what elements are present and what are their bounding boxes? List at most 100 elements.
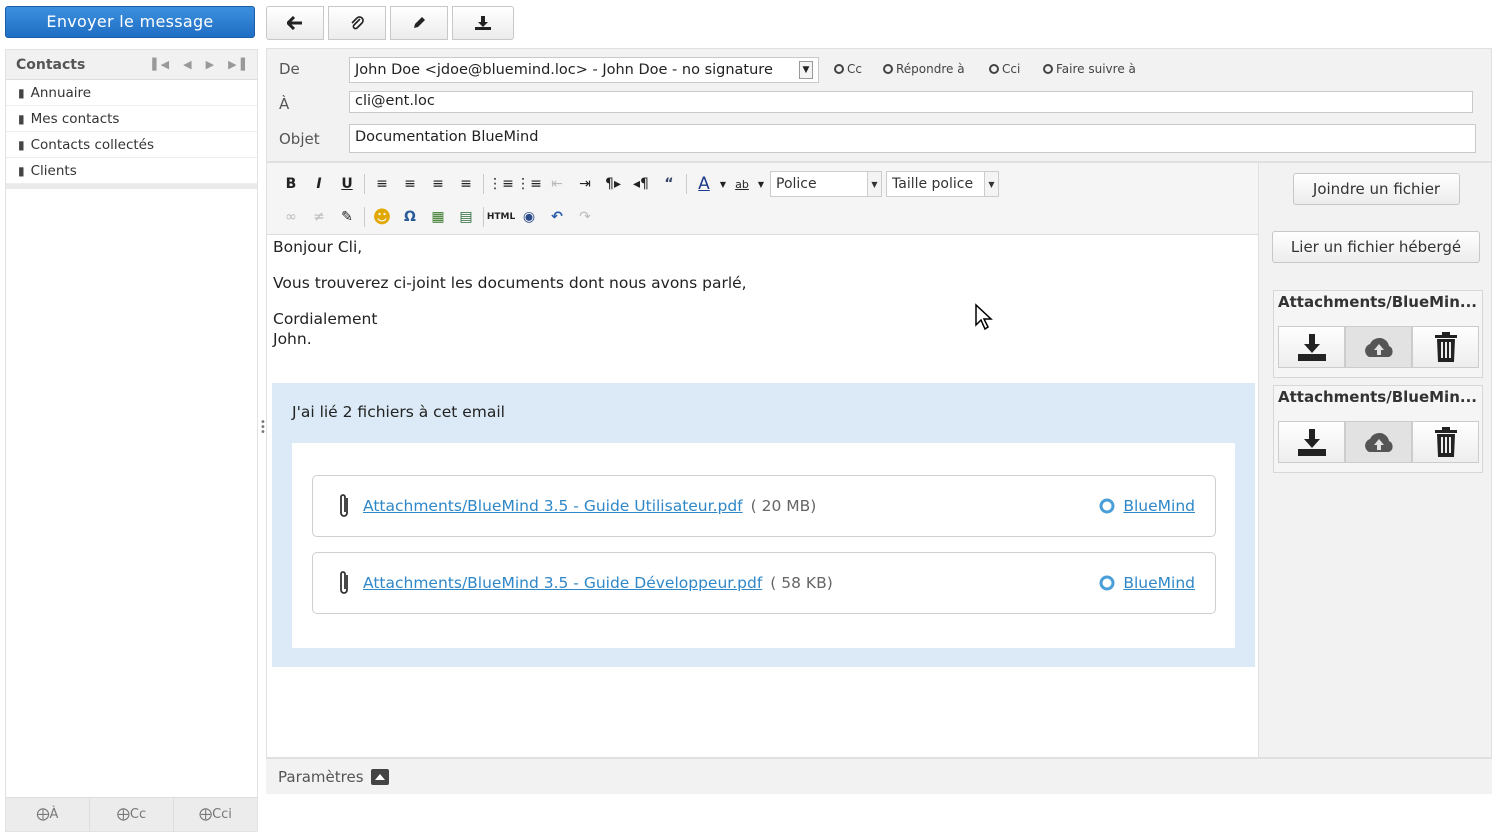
plus-circle-icon: ⨁	[36, 807, 50, 822]
prev-page-icon[interactable]: ◀	[183, 58, 191, 71]
address-book-icon: ▮	[18, 85, 25, 100]
pencil-icon	[414, 17, 425, 28]
align-right-icon[interactable]: ≡	[424, 172, 452, 196]
attachment-delete-button[interactable]	[1412, 421, 1479, 463]
save-draft-button[interactable]	[452, 6, 514, 40]
plus-circle-icon	[883, 64, 893, 74]
linked-file-row: Attachments/BlueMind 3.5 - Guide Dévelop…	[312, 552, 1216, 614]
subject-field[interactable]: Documentation BlueMind	[349, 124, 1476, 153]
reply-to-link[interactable]: Répondre à	[883, 62, 965, 76]
redo-icon[interactable]: ↷	[571, 205, 599, 229]
contacts-panel: Contacts ▌◀ ◀ ▶ ▶▐ ▮ Annuaire ▮ Mes cont…	[5, 49, 258, 832]
font-family-select[interactable]: Police ▼	[770, 171, 882, 197]
plus-circle-icon	[1043, 64, 1053, 74]
chevron-down-icon[interactable]: ▼	[718, 172, 728, 196]
search-replace-icon[interactable]: ◉	[515, 205, 543, 229]
add-bcc-label: Cci	[212, 807, 232, 822]
editor-toolbar: B I U ≡ ≡ ≡ ≡ ⋮≡ ⋮≡ ⇤ ⇥ ¶▸ ◂¶ “ A ▼ ab ▼…	[267, 163, 1258, 235]
indent-icon[interactable]: ⇥	[571, 172, 599, 196]
text-color-icon[interactable]: A	[690, 172, 718, 196]
send-message-button[interactable]: Envoyer le message	[5, 6, 255, 38]
font-size-value: Taille police	[892, 176, 974, 192]
smiley-icon[interactable]: ☻	[368, 205, 396, 229]
body-greeting: Bonjour Cli,	[273, 238, 363, 256]
message-headers: De John Doe <jdoe@bluemind.loc> - John D…	[266, 48, 1492, 162]
to-label: À	[279, 95, 290, 113]
attachment-cloud-button[interactable]	[1345, 421, 1412, 463]
linked-files-title: J'ai lié 2 fichiers à cet email	[292, 403, 505, 421]
html-source-icon[interactable]: HTML	[487, 205, 515, 229]
linked-file-link[interactable]: Attachments/BlueMind 3.5 - Guide Utilisa…	[363, 497, 743, 515]
signature-button[interactable]	[390, 6, 448, 40]
attachments-panel: Joindre un fichier Lier un fichier héber…	[1259, 162, 1492, 758]
chevron-down-icon[interactable]: ▼	[756, 172, 766, 196]
contact-list-annuaire[interactable]: ▮ Annuaire	[6, 80, 257, 106]
first-page-icon[interactable]: ▌◀	[152, 58, 169, 71]
attachment-delete-button[interactable]	[1412, 326, 1479, 368]
followup-to-link[interactable]: Faire suivre à	[1043, 62, 1136, 76]
contact-list-clients[interactable]: ▮ Clients	[6, 158, 257, 184]
add-bcc-button[interactable]: ⨁ Cci	[174, 798, 257, 831]
media-icon[interactable]: ▤	[452, 205, 480, 229]
special-char-icon[interactable]: Ω	[396, 205, 424, 229]
contact-list-label: Annuaire	[30, 84, 92, 101]
add-to-label: À	[49, 807, 59, 822]
recipient-buttons: ⨁ À ⨁ Cc ⨁ Cci	[6, 797, 257, 831]
contact-list-mes-contacts[interactable]: ▮ Mes contacts	[6, 106, 257, 132]
trash-icon	[1434, 427, 1457, 457]
edit-image-icon[interactable]: ✎	[333, 205, 361, 229]
add-cc-button[interactable]: ⨁ Cc	[90, 798, 174, 831]
option-label: Faire suivre à	[1056, 62, 1136, 76]
font-size-select[interactable]: Taille police ▼	[886, 171, 999, 197]
italic-icon[interactable]: I	[305, 172, 333, 196]
to-field[interactable]: cli@ent.loc	[349, 91, 1473, 113]
numbered-list-icon[interactable]: ⋮≡	[515, 172, 543, 196]
bold-icon[interactable]: B	[277, 172, 305, 196]
contacts-pager: ▌◀ ◀ ▶ ▶▐	[152, 58, 245, 71]
file-source-link[interactable]: BlueMind	[1099, 574, 1195, 592]
last-page-icon[interactable]: ▶▐	[228, 58, 245, 71]
unlink-icon[interactable]: ≠	[305, 205, 333, 229]
attach-button[interactable]	[328, 6, 386, 40]
attachment-download-button[interactable]	[1278, 421, 1345, 463]
message-editor: B I U ≡ ≡ ≡ ≡ ⋮≡ ⋮≡ ⇤ ⇥ ¶▸ ◂¶ “ A ▼ ab ▼…	[266, 162, 1259, 758]
ltr-icon[interactable]: ¶▸	[599, 172, 627, 196]
add-to-button[interactable]: ⨁ À	[6, 798, 90, 831]
link-hosted-file-button[interactable]: Lier un fichier hébergé	[1272, 231, 1480, 263]
option-label: Répondre à	[896, 62, 965, 76]
align-center-icon[interactable]: ≡	[396, 172, 424, 196]
address-book-icon: ▮	[18, 111, 25, 126]
underline-icon[interactable]: U	[333, 172, 361, 196]
linked-file-link[interactable]: Attachments/BlueMind 3.5 - Guide Dévelop…	[363, 574, 762, 592]
add-cc-link[interactable]: Cc	[834, 62, 862, 76]
paperclip-icon	[340, 494, 348, 517]
image-icon[interactable]: ▦	[424, 205, 452, 229]
outdent-icon[interactable]: ⇤	[543, 172, 571, 196]
attachment-cloud-button[interactable]	[1345, 326, 1412, 368]
add-bcc-link[interactable]: Cci	[989, 62, 1020, 76]
message-body[interactable]: Bonjour Cli, Vous trouverez ci-joint les…	[273, 237, 747, 349]
parameters-bar[interactable]: Paramètres	[266, 758, 1492, 794]
attachment-download-button[interactable]	[1278, 326, 1345, 368]
bullet-list-icon[interactable]: ⋮≡	[487, 172, 515, 196]
undo-icon[interactable]: ↶	[543, 205, 571, 229]
blockquote-icon[interactable]: “	[655, 172, 683, 196]
file-source-link[interactable]: BlueMind	[1099, 497, 1195, 515]
contact-list-collected[interactable]: ▮ Contacts collectés	[6, 132, 257, 158]
next-page-icon[interactable]: ▶	[206, 58, 214, 71]
link-icon[interactable]: ∞	[277, 205, 305, 229]
arrow-left-icon	[287, 16, 302, 30]
align-justify-icon[interactable]: ≡	[452, 172, 480, 196]
back-button[interactable]	[266, 6, 324, 40]
align-left-icon[interactable]: ≡	[368, 172, 396, 196]
background-color-icon[interactable]: ab	[728, 172, 756, 196]
panel-splitter[interactable]: • • •	[260, 418, 266, 438]
mouse-cursor-icon	[975, 303, 993, 331]
from-select[interactable]: John Doe <jdoe@bluemind.loc> - John Doe …	[349, 57, 819, 83]
attach-file-button[interactable]: Joindre un fichier	[1293, 173, 1460, 205]
divider	[364, 174, 365, 194]
rtl-icon[interactable]: ◂¶	[627, 172, 655, 196]
divider	[483, 174, 484, 194]
address-book-icon: ▮	[18, 163, 25, 178]
bluemind-logo-icon	[1099, 498, 1115, 514]
